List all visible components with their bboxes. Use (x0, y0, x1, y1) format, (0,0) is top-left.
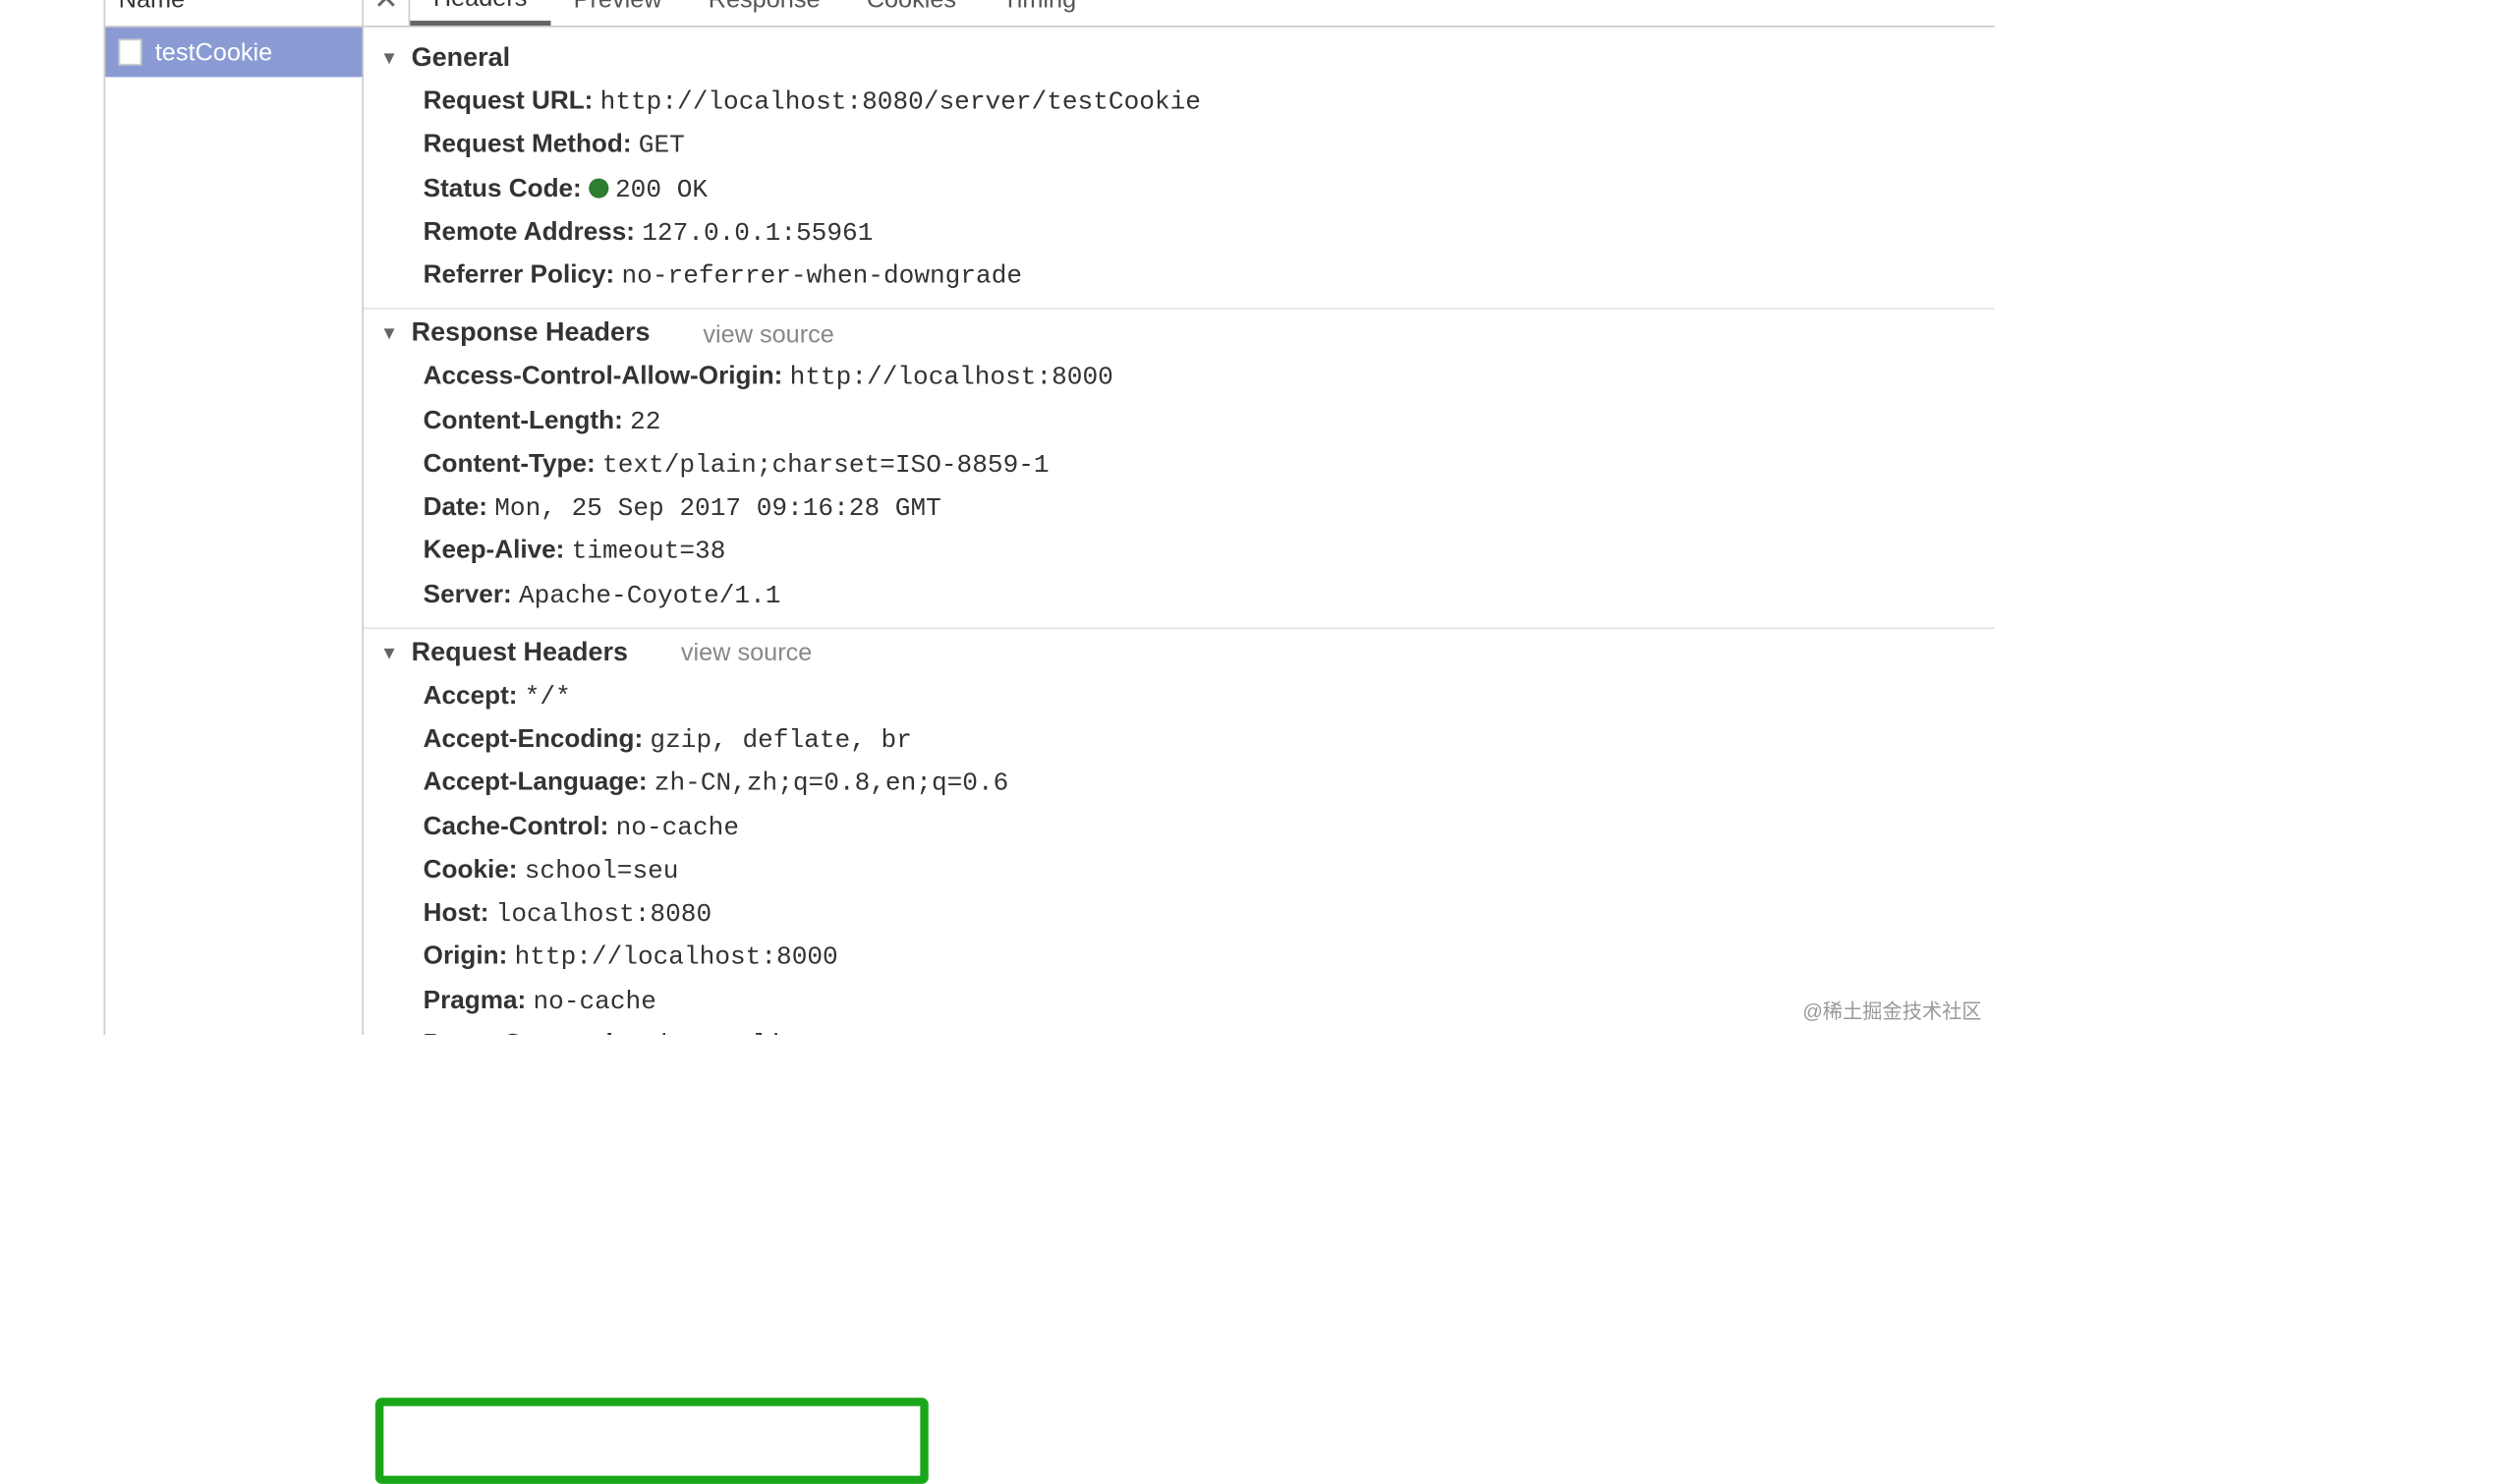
detail-tab-headers[interactable]: Headers (410, 0, 550, 26)
disclosure-triangle-icon: ▼ (380, 49, 398, 69)
header-row: Status Code: 200 OK (380, 167, 1978, 210)
main-split: ElementsConsoleSourcesNetworkPerformance… (0, 0, 1995, 1035)
request-row[interactable]: testCookie (105, 28, 362, 78)
header-key: Accept-Language: (424, 769, 648, 797)
header-row: Access-Control-Allow-Origin: http://loca… (380, 356, 1978, 399)
detail-tabs: ✕ HeadersPreviewResponseCookiesTiming (364, 0, 1995, 28)
header-key: Remote Address: (424, 217, 635, 246)
header-key: Status Code: (424, 174, 582, 202)
view-source-link[interactable]: view source (681, 639, 812, 667)
header-row: Accept-Language: zh-CN,zh;q=0.8,en;q=0.6 (380, 762, 1978, 805)
header-value: zh-CN,zh;q=0.8,en;q=0.6 (654, 769, 1009, 798)
header-key: Referrer Policy: (424, 261, 615, 290)
name-column-header[interactable]: Name (105, 0, 362, 28)
header-value: keep-alive (660, 1030, 815, 1035)
request-list: Name testCookie (105, 0, 364, 1035)
header-row: Request Method: GET (380, 124, 1978, 167)
header-value: school=seu (525, 855, 679, 885)
disclosure-triangle-icon: ▼ (380, 644, 398, 663)
detail-tab-preview[interactable]: Preview (550, 0, 685, 26)
header-key: Accept: (424, 681, 518, 710)
header-value: 127.0.0.1:55961 (642, 217, 873, 247)
header-row: Cache-Control: no-cache (380, 805, 1978, 848)
header-row: Referrer Policy: no-referrer-when-downgr… (380, 255, 1978, 298)
header-row: Request URL: http://localhost:8080/serve… (380, 81, 1978, 124)
header-value: http://localhost:8000 (790, 363, 1113, 392)
detail-close-button[interactable]: ✕ (364, 0, 410, 26)
header-key: Proxy-Connection: (424, 1030, 654, 1035)
disclosure-triangle-icon: ▼ (380, 324, 398, 344)
header-value: no-cache (534, 986, 656, 1015)
detail-tab-timing[interactable]: Timing (980, 0, 1100, 26)
section-title: Request Headers (412, 639, 628, 668)
request-name: testCookie (155, 38, 272, 67)
header-row: Proxy-Connection: keep-alive (380, 1023, 1978, 1035)
request-detail: ✕ HeadersPreviewResponseCookiesTiming ▼ G… (364, 0, 1995, 1035)
header-row: Pragma: no-cache (380, 980, 1978, 1023)
detail-tab-cookies[interactable]: Cookies (843, 0, 980, 26)
header-key: Host: (424, 899, 489, 928)
header-key: Cookie: (424, 855, 518, 884)
header-key: Origin: (424, 942, 508, 971)
header-key: Request Method: (424, 131, 632, 159)
section-header[interactable]: ▼ Response Headers view source (380, 313, 1978, 356)
header-row: Accept: */* (380, 675, 1978, 718)
section-title: Response Headers (412, 319, 651, 349)
header-value: text/plain;charset=ISO-8859-1 (602, 449, 1050, 479)
page-viewport (0, 0, 104, 1035)
file-icon (119, 39, 142, 66)
section-header[interactable]: ▼ General (380, 37, 1978, 81)
header-value: Apache-Coyote/1.1 (519, 580, 780, 609)
highlight-box-cookie (375, 1398, 929, 1484)
header-value: localhost:8080 (496, 899, 711, 929)
header-key: Pragma: (424, 986, 527, 1014)
header-row: Host: localhost:8080 (380, 892, 1978, 936)
section-title: General (412, 44, 510, 74)
header-row: Content-Length: 22 (380, 399, 1978, 442)
section-header[interactable]: ▼ Request Headers view source (380, 632, 1978, 675)
detail-body: ▼ General Request URL: http://localhost:80… (364, 28, 1995, 1035)
header-key: Server: (424, 580, 512, 608)
header-value: 200 OK (615, 174, 708, 203)
section-request-headers: ▼Request Headersview sourceAccept: */*Ac… (364, 628, 1995, 1035)
section-general: ▼ General Request URL: http://localhost:80… (364, 34, 1995, 310)
header-key: Keep-Alive: (424, 537, 565, 565)
header-row: Date: Mon, 25 Sep 2017 09:16:28 GMT (380, 486, 1978, 530)
status-dot-icon (589, 179, 608, 199)
header-key: Request URL: (424, 86, 594, 115)
header-row: Server: Apache-Coyote/1.1 (380, 573, 1978, 616)
view-source-link[interactable]: view source (703, 320, 833, 349)
header-value: timeout=38 (572, 537, 726, 566)
header-row: Origin: http://localhost:8000 (380, 936, 1978, 979)
watermark: @稀土掘金技术社区 (1802, 997, 1981, 1025)
detail-tab-response[interactable]: Response (685, 0, 843, 26)
section-response-headers: ▼ Response Headers view source Access-Contr… (364, 310, 1995, 629)
header-key: Accept-Encoding: (424, 725, 643, 754)
header-value: */* (525, 681, 571, 711)
header-value: Mon, 25 Sep 2017 09:16:28 GMT (494, 493, 941, 523)
header-row: Content-Type: text/plain;charset=ISO-885… (380, 443, 1978, 486)
network-content: Name testCookie ✕ HeadersPreviewResponse… (105, 0, 1995, 1035)
header-row: Remote Address: 127.0.0.1:55961 (380, 211, 1978, 255)
header-key: Date: (424, 493, 487, 522)
header-value: http://localhost:8000 (515, 942, 838, 972)
header-row: Keep-Alive: timeout=38 (380, 530, 1978, 573)
header-value: no-cache (616, 812, 739, 841)
header-value: http://localhost:8080/server/testCookie (600, 86, 1201, 116)
header-row: Accept-Encoding: gzip, deflate, br (380, 718, 1978, 762)
header-value: 22 (630, 406, 660, 435)
header-key: Cache-Control: (424, 812, 609, 840)
root: i localhost:8000/index.html ☆ ◉ ⋮ (0, 0, 1995, 1035)
header-value: gzip, deflate, br (651, 725, 912, 755)
header-key: Content-Type: (424, 449, 596, 478)
header-value: no-referrer-when-downgrade (622, 261, 1023, 291)
devtools-panel: ElementsConsoleSourcesNetworkPerformance… (104, 0, 1995, 1035)
header-key: Content-Length: (424, 406, 623, 434)
header-value: GET (639, 131, 685, 160)
header-key: Access-Control-Allow-Origin: (424, 363, 783, 391)
header-row: Cookie: school=seu (380, 849, 1978, 892)
